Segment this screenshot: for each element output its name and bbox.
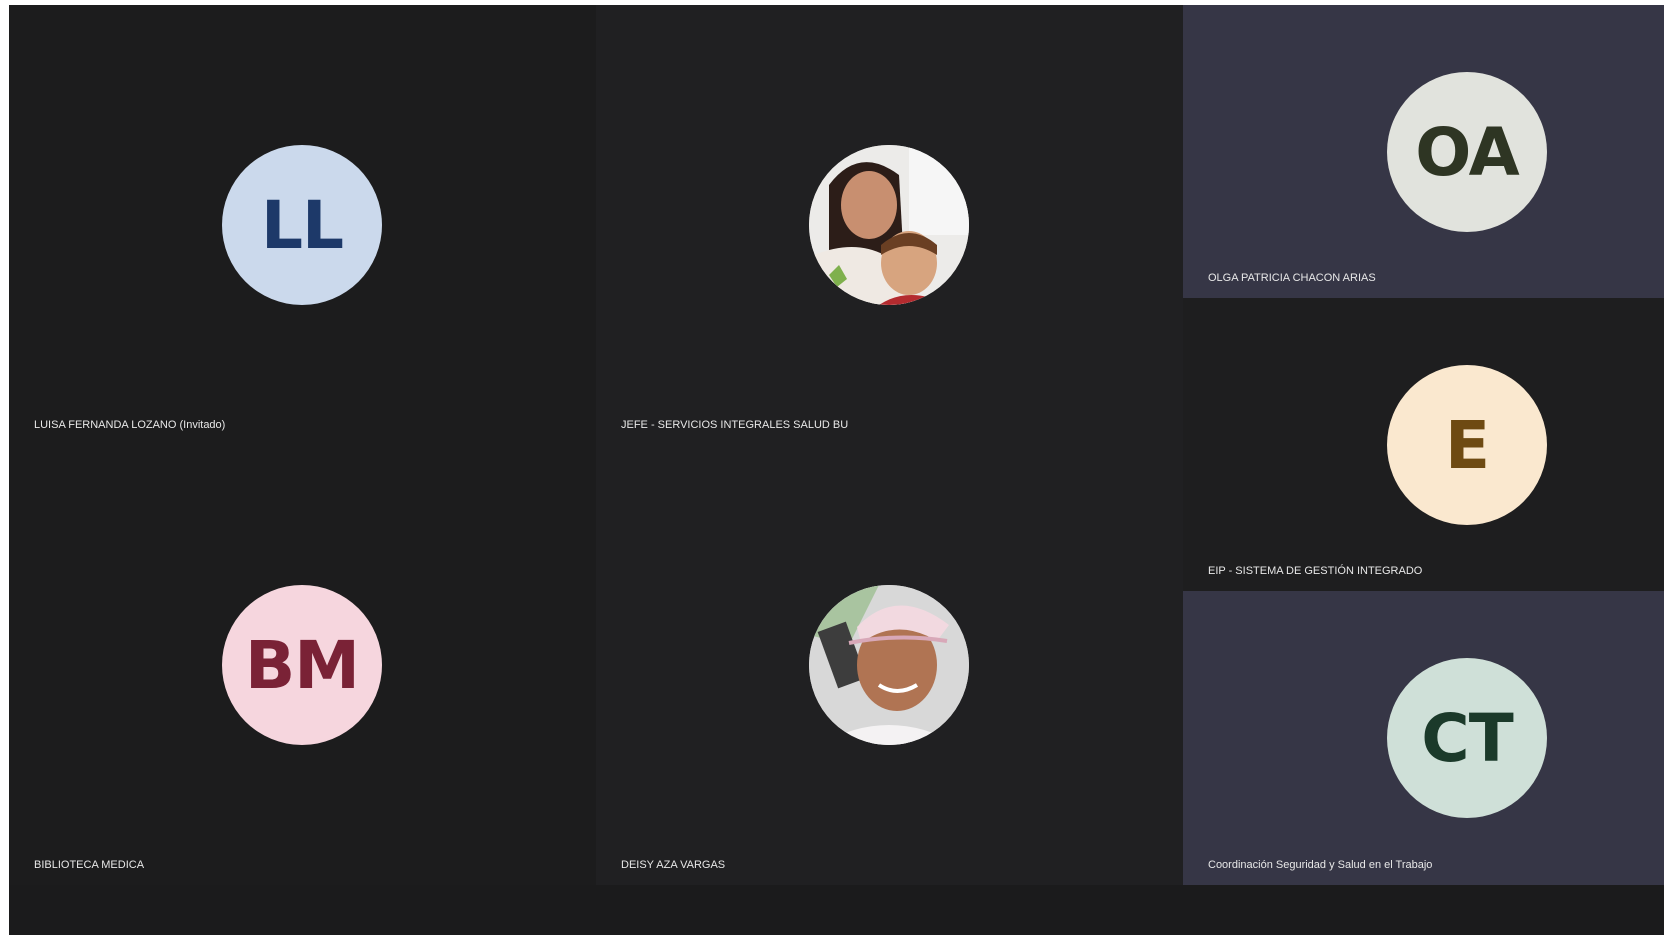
- avatar-photo: [809, 585, 969, 745]
- participant-tile-jefe[interactable]: JEFE - SERVICIOS INTEGRALES SALUD BU: [596, 5, 1183, 445]
- avatar-initials: BM: [222, 585, 382, 745]
- avatar-initials: OA: [1387, 72, 1547, 232]
- video-call-grid: LL LUISA FERNANDA LOZANO (Invitado) JEFE…: [9, 5, 1664, 935]
- participant-name: OLGA PATRICIA CHACON ARIAS: [1208, 272, 1376, 284]
- participant-name: LUISA FERNANDA LOZANO (Invitado): [34, 419, 226, 431]
- avatar-initials: E: [1387, 365, 1547, 525]
- participant-tile-deisy[interactable]: DEISY AZA VARGAS: [596, 445, 1183, 885]
- avatar-photo: [809, 145, 969, 305]
- participant-tile-olga[interactable]: OA OLGA PATRICIA CHACON ARIAS: [1183, 5, 1664, 298]
- participant-name: BIBLIOTECA MEDICA: [34, 859, 145, 871]
- participant-name: JEFE - SERVICIOS INTEGRALES SALUD BU: [621, 419, 849, 431]
- avatar-initials: LL: [222, 145, 382, 305]
- participant-name: Coordinación Seguridad y Salud en el Tra…: [1208, 859, 1433, 871]
- participant-name: EIP - SISTEMA DE GESTIÓN INTEGRADO: [1208, 565, 1423, 577]
- participant-tile-luisa[interactable]: LL LUISA FERNANDA LOZANO (Invitado): [9, 5, 596, 445]
- avatar-initials: CT: [1387, 658, 1547, 818]
- participant-tile-biblioteca[interactable]: BM BIBLIOTECA MEDICA: [9, 445, 596, 885]
- participant-name: DEISY AZA VARGAS: [621, 859, 726, 871]
- participant-tile-coordinacion[interactable]: CT Coordinación Seguridad y Salud en el …: [1183, 591, 1664, 885]
- participant-tile-eip[interactable]: E EIP - SISTEMA DE GESTIÓN INTEGRADO: [1183, 298, 1664, 591]
